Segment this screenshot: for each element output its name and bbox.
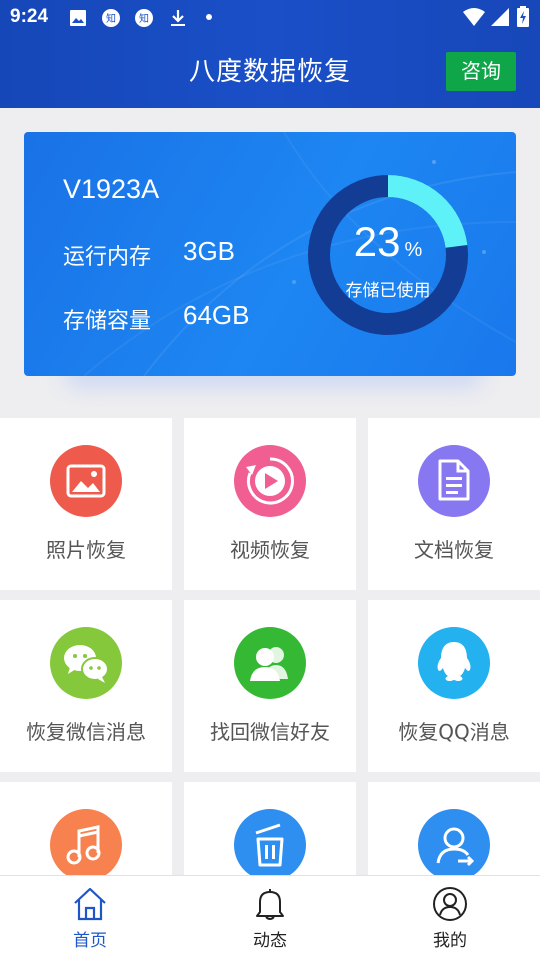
feature-account-recovery[interactable] [368,782,540,875]
feature-label: 照片恢复 [46,538,126,562]
ram-value: 3GB [183,236,236,266]
feature-trash-recovery[interactable] [184,782,356,875]
usage-label: 存储已使用 [345,281,431,301]
nav-label: 动态 [253,931,287,951]
download-icon [171,10,185,26]
feature-label: 文档恢复 [414,538,494,562]
feature-label: 找回微信好友 [210,720,330,744]
feature-wechat-message-recovery[interactable]: 恢复微信消息 [0,600,172,772]
battery-charging-icon [517,6,529,27]
feature-grid: 照片恢复 视频恢复 文档恢复 恢复微信消息 找回微信好友 恢复QQ消息 [0,418,540,875]
consult-button[interactable]: 咨询 [446,52,516,91]
feature-label: 恢复微信消息 [26,720,146,744]
nav-activity[interactable]: 动态 [180,876,360,960]
status-time: 9:24 [10,6,49,27]
feature-label: 视频恢复 [230,538,310,562]
feature-document-recovery[interactable]: 文档恢复 [368,418,540,590]
qq-icon [418,627,490,699]
nav-label: 首页 [73,931,107,951]
storage-label: 存储容量 [63,309,152,334]
status-bar: 9:24 知 知 [0,0,540,36]
home-icon [74,887,106,921]
storage-value: 64GB [183,300,250,330]
user-switch-icon [418,809,490,875]
wifi-icon [463,8,485,26]
usage-percent: 23% [308,218,468,266]
bell-icon [256,889,284,920]
svg-text:知: 知 [106,12,116,25]
nav-home[interactable]: 首页 [0,876,180,960]
wechat-icon [50,627,122,699]
profile-icon [433,887,467,921]
zhihu-icon: 知 [102,9,120,27]
usage-percent-unit: % [404,239,423,261]
nav-profile[interactable]: 我的 [360,876,540,960]
ram-label: 运行内存 [63,245,152,270]
device-info-card: V1923A 运行内存 3GB 存储容量 64GB 23% 存储已使用 [24,132,516,376]
device-model: V1923A [63,174,160,204]
feature-music-recovery[interactable] [0,782,172,875]
image-icon [70,10,86,26]
photo-icon [50,445,122,517]
bottom-navigation: 首页 动态 我的 [0,875,540,960]
feature-wechat-friend-recovery[interactable]: 找回微信好友 [184,600,356,772]
feature-photo-recovery[interactable]: 照片恢复 [0,418,172,590]
signal-icon [491,8,509,26]
nav-label: 我的 [433,931,467,951]
dot-icon [206,14,212,20]
svg-text:知: 知 [139,12,149,25]
video-play-icon [234,445,306,517]
usage-percent-value: 23 [353,218,401,265]
contacts-icon [234,627,306,699]
document-icon [418,445,490,517]
app-header: 9:24 知 知 八度数据恢复 咨询 [0,0,540,108]
feature-qq-message-recovery[interactable]: 恢复QQ消息 [368,600,540,772]
music-icon [50,809,122,875]
trash-restore-icon [234,809,306,875]
zhihu-icon: 知 [135,9,153,27]
feature-label: 恢复QQ消息 [398,720,510,744]
feature-video-recovery[interactable]: 视频恢复 [184,418,356,590]
